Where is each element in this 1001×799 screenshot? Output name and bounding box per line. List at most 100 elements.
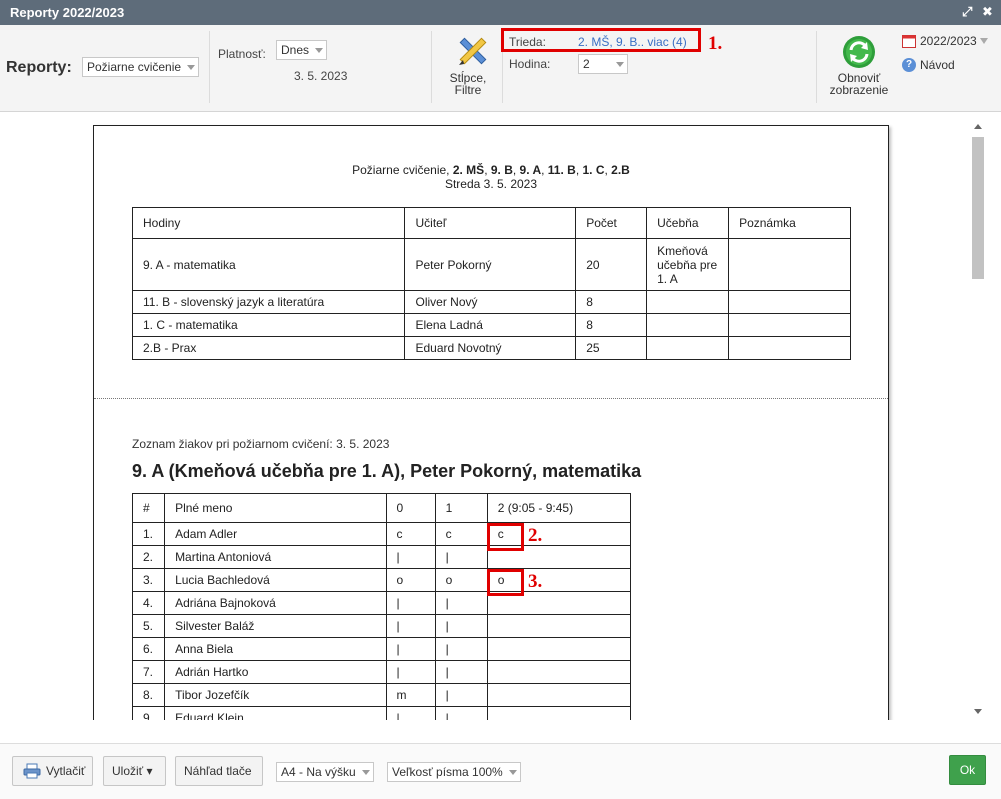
refresh-button[interactable]: Obnoviť zobrazenie xyxy=(826,35,892,105)
hour-value: 2 xyxy=(583,57,590,71)
chevron-down-icon xyxy=(362,770,370,775)
chevron-down-icon xyxy=(616,62,624,67)
table-row: 4. Adriána Bajnoková | | xyxy=(131,591,632,615)
table-cell: 4. xyxy=(131,591,166,615)
annotation-label-1: 1. xyxy=(708,33,723,54)
print-button[interactable]: Vytlačiť xyxy=(12,756,93,786)
table-cell xyxy=(486,614,632,638)
table-cell xyxy=(646,313,730,337)
vertical-scrollbar[interactable] xyxy=(971,123,985,721)
validity-value: Dnes xyxy=(281,43,310,57)
table-row: 3. Lucia Bachledová o o o xyxy=(131,568,632,592)
table-header-row: # Plné meno 0 1 2 (9:05 - 9:45) xyxy=(131,493,632,523)
report-type-value: Požiarne cvičenie xyxy=(87,60,182,74)
table-cell: Lucia Bachledová xyxy=(164,568,387,592)
table-cell: Oliver Nový xyxy=(404,290,577,314)
table-cell: Eduard Klein xyxy=(164,706,387,720)
chevron-down-icon xyxy=(187,65,195,70)
table-cell: 9. A - matematika xyxy=(131,238,406,291)
table-cell: | xyxy=(385,614,436,638)
paper-orientation-select[interactable]: A4 - Na výšku xyxy=(276,762,374,782)
column-header: Učiteľ xyxy=(404,207,577,239)
table-cell: | xyxy=(434,660,488,684)
report-title-text: Požiarne cvičenie, xyxy=(352,163,453,177)
toolbar-divider xyxy=(209,31,210,103)
page-break-divider xyxy=(94,398,888,399)
report-title-sep: , xyxy=(541,163,548,177)
report-title-class: 9. A xyxy=(519,163,542,177)
printer-icon xyxy=(23,763,41,779)
report-title-class: 9. B xyxy=(490,163,513,177)
hours-table: Hodiny Učiteľ Počet Učebňa Poznámka 9. A… xyxy=(131,207,851,360)
report-title-sep: , xyxy=(484,163,491,177)
table-header-row: Hodiny Učiteľ Počet Učebňa Poznámka xyxy=(131,207,851,239)
columns-filter-button[interactable]: Stĺpce, Filtre xyxy=(440,33,496,103)
report-title-class: 11. B xyxy=(547,163,576,177)
table-cell: | xyxy=(434,683,488,707)
table-cell: | xyxy=(434,706,488,720)
save-button[interactable]: Uložiť ▾ xyxy=(103,756,166,786)
table-cell: Adriána Bajnoková xyxy=(164,591,387,615)
table-row: 1. C - matematika Elena Ladná 8 xyxy=(131,313,851,337)
table-cell: 9. xyxy=(131,706,166,720)
ok-button[interactable]: Ok xyxy=(949,755,986,785)
column-header: Počet xyxy=(575,207,648,239)
column-header: Učebňa xyxy=(646,207,730,239)
report-toolbar: Reporty: Požiarne cvičenie Platnosť: Dne… xyxy=(0,25,1001,112)
table-cell xyxy=(728,336,851,360)
table-cell: | xyxy=(385,660,436,684)
report-type-select[interactable]: Požiarne cvičenie xyxy=(82,57,199,77)
table-cell: Peter Pokorný xyxy=(404,238,577,291)
table-cell: Adam Adler xyxy=(164,522,387,546)
close-icon[interactable]: ✖ xyxy=(982,4,993,20)
table-cell: o xyxy=(434,568,488,592)
print-preview-button[interactable]: Náhľad tlače xyxy=(175,756,263,786)
scroll-up-icon[interactable] xyxy=(974,124,982,129)
table-cell: 5. xyxy=(131,614,166,638)
scroll-down-icon[interactable] xyxy=(974,709,982,714)
font-size-select[interactable]: Veľkosť písma 100% xyxy=(387,762,521,782)
table-cell: | xyxy=(434,614,488,638)
guide-link[interactable]: ? Návod xyxy=(902,57,972,73)
table-cell: Martina Antoniová xyxy=(164,545,387,569)
font-size-value: Veľkosť písma 100% xyxy=(392,765,503,779)
report-subtitle: Streda 3. 5. 2023 xyxy=(444,177,538,191)
report-title-class: 2.B xyxy=(611,163,630,177)
table-cell: Eduard Novotný xyxy=(404,336,577,360)
dialog-footer: Vytlačiť Uložiť ▾ Náhľad tlače A4 - Na v… xyxy=(0,743,1001,799)
table-cell xyxy=(728,290,851,314)
column-header: 0 xyxy=(385,493,436,523)
table-cell: 25 xyxy=(575,336,648,360)
table-cell: 2.B - Prax xyxy=(131,336,406,360)
annotation-box-1 xyxy=(501,28,701,52)
report-preview-area[interactable]: Požiarne cvičenie, 2. MŠ, 9. B, 9. A, 11… xyxy=(0,113,1001,720)
report-title: Požiarne cvičenie, 2. MŠ, 9. B, 9. A, 11… xyxy=(94,163,888,177)
toolbar-divider xyxy=(816,31,817,103)
table-row: 2. Martina Antoniová | | xyxy=(131,545,632,569)
validity-label: Platnosť: xyxy=(218,47,266,61)
table-cell: 8 xyxy=(575,313,648,337)
chevron-down-icon xyxy=(509,770,517,775)
annotation-label-2: 2. xyxy=(528,525,543,546)
validity-date: 3. 5. 2023 xyxy=(294,69,348,83)
column-header: Hodiny xyxy=(131,207,406,239)
table-cell xyxy=(728,313,851,337)
column-header: 2 (9:05 - 9:45) xyxy=(486,493,632,523)
table-cell: c xyxy=(434,522,488,546)
maximize-icon[interactable]: ⤢ xyxy=(962,4,972,20)
table-cell: 3. xyxy=(131,568,166,592)
reports-label: Reporty: xyxy=(6,59,72,76)
table-cell: 8. xyxy=(131,683,166,707)
table-cell: | xyxy=(385,545,436,569)
table-row: 1. Adam Adler c c c xyxy=(131,522,632,546)
table-cell: 20 xyxy=(575,238,648,291)
table-row: 11. B - slovenský jazyk a literatúra Oli… xyxy=(131,290,851,314)
year-select[interactable]: 2022/2023 xyxy=(902,33,992,49)
table-row: 8. Tibor Jozefčík m | xyxy=(131,683,632,707)
scrollbar-thumb[interactable] xyxy=(972,137,984,279)
table-row: 7. Adrián Hartko | | xyxy=(131,660,632,684)
validity-select[interactable]: Dnes xyxy=(276,40,327,60)
table-cell: | xyxy=(385,637,436,661)
hour-select[interactable]: 2 xyxy=(578,54,628,74)
table-cell xyxy=(486,683,632,707)
